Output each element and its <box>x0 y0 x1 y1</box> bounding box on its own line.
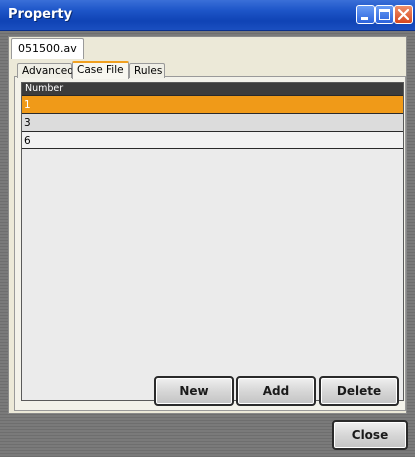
close-icon <box>397 8 410 21</box>
tab-file[interactable]: 051500.av <box>11 38 84 59</box>
table-row[interactable]: 3 <box>22 113 403 131</box>
title-bar[interactable]: Property <box>0 0 415 31</box>
maximize-button[interactable] <box>375 5 394 24</box>
close-window-button[interactable] <box>394 5 413 24</box>
minimize-button[interactable] <box>356 5 375 24</box>
column-header-number[interactable]: Number <box>22 83 403 95</box>
close-button[interactable]: Close <box>332 420 408 450</box>
property-window: Property 051500.av Advanced Case File Ru… <box>0 0 415 457</box>
delete-button[interactable]: Delete <box>319 376 399 406</box>
minimize-icon <box>361 17 368 20</box>
tab-case-file[interactable]: Case File <box>72 61 129 79</box>
case-file-table: Number 1 3 6 <box>21 82 404 401</box>
maximize-icon <box>379 9 390 20</box>
table-row[interactable]: 1 <box>22 95 403 113</box>
tab-advanced[interactable]: Advanced <box>17 63 74 78</box>
tab-rules[interactable]: Rules <box>129 63 165 78</box>
table-row[interactable]: 6 <box>22 131 403 149</box>
add-button[interactable]: Add <box>236 376 316 406</box>
window-title: Property <box>8 7 73 22</box>
new-button[interactable]: New <box>154 376 234 406</box>
